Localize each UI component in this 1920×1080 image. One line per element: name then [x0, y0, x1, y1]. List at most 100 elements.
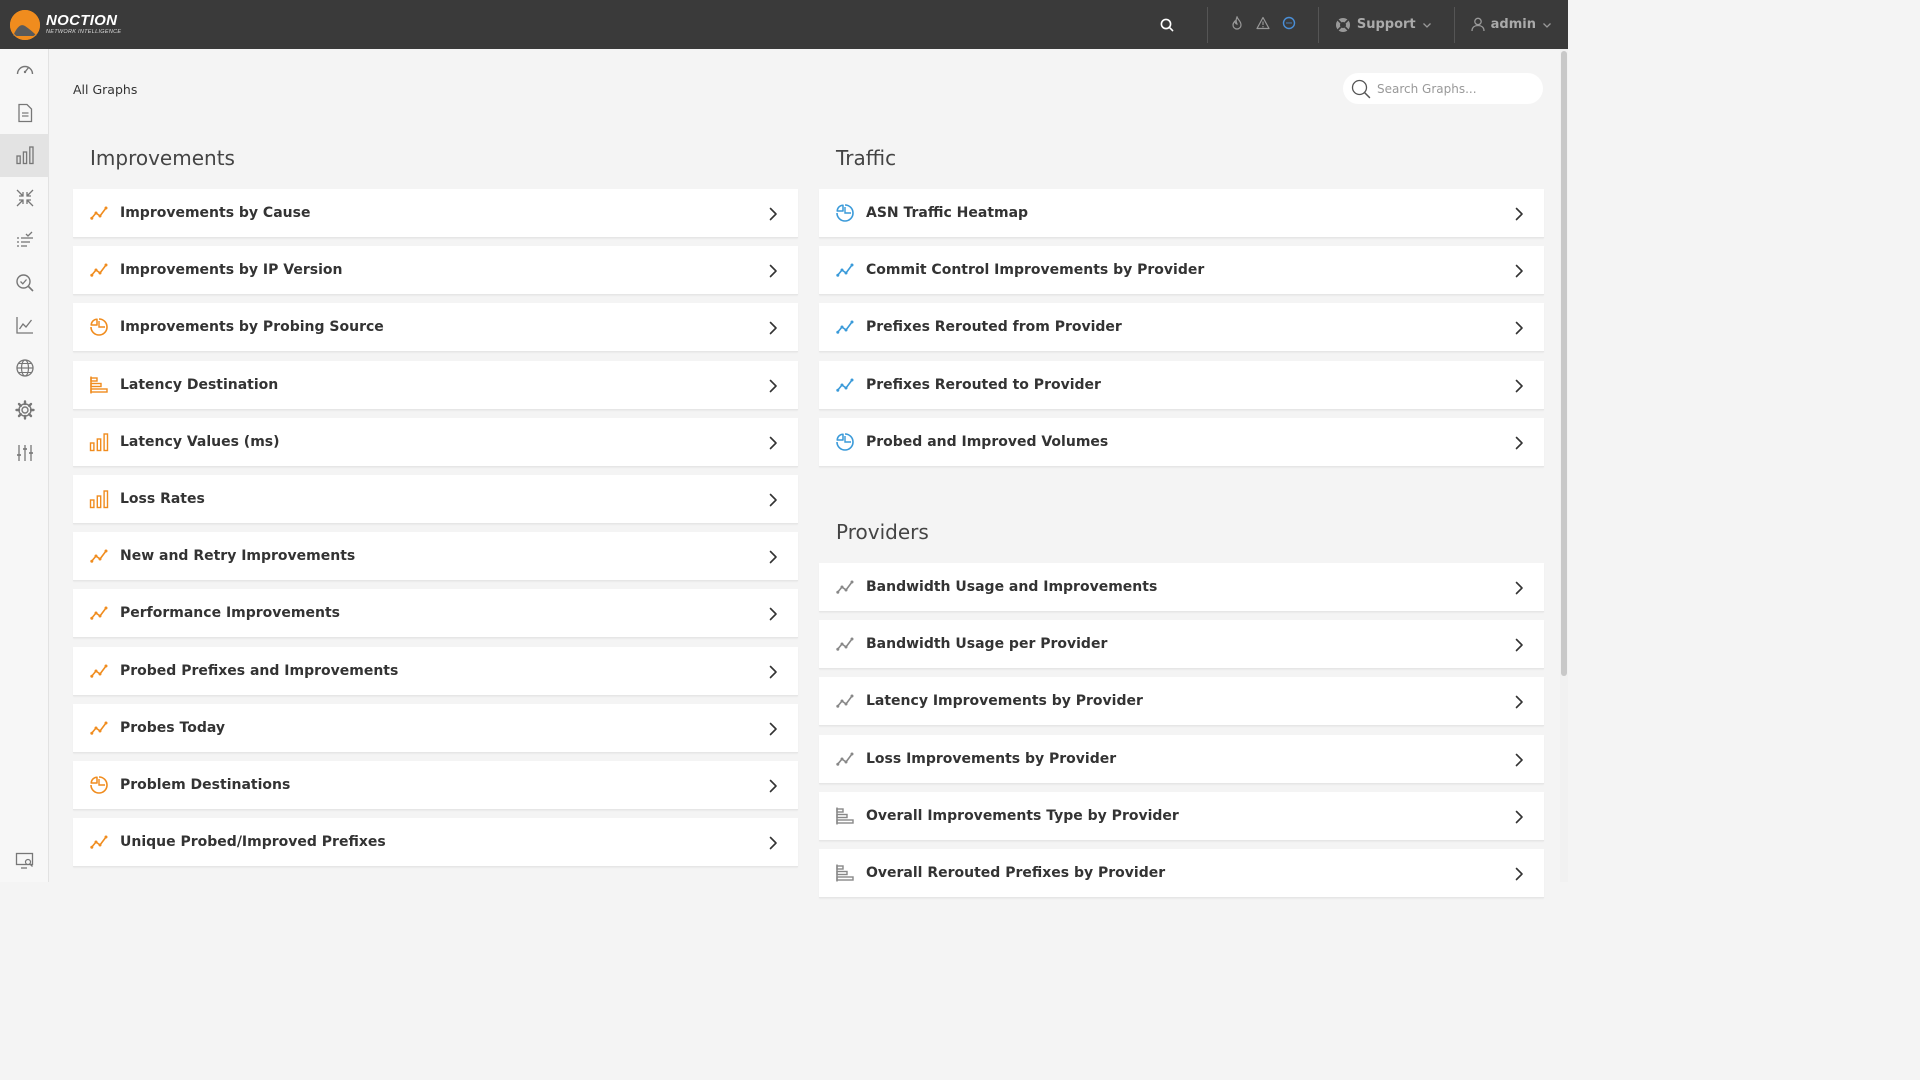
graph-card-label: Overall Rerouted Prefixes by Provider	[866, 864, 1166, 881]
chevron-right-icon	[766, 206, 780, 221]
search-icon	[1351, 79, 1371, 98]
logo-tagline: NETWORK INTELLIGENCE	[46, 29, 122, 36]
chevron-right-icon	[1512, 694, 1526, 709]
graph-card[interactable]: Probed Prefixes and Improvements	[73, 646, 798, 696]
support-menu[interactable]: Support	[1319, 0, 1454, 49]
graph-card[interactable]: Bandwidth Usage per Provider	[819, 620, 1544, 670]
pie-chart-icon	[835, 432, 855, 452]
chevron-right-icon	[1512, 435, 1526, 450]
line-chart-icon	[89, 661, 109, 681]
sidebar-item-configuration[interactable]	[0, 432, 49, 475]
graph-card-label: Improvements by Cause	[120, 205, 311, 221]
sliders-icon	[16, 444, 33, 461]
graph-card[interactable]: Latency Improvements by Provider	[819, 677, 1544, 727]
graph-card[interactable]: ASN Traffic Heatmap	[819, 189, 1544, 238]
section-title-traffic: Traffic	[836, 146, 897, 170]
graph-search-input[interactable]	[1377, 81, 1537, 96]
chevron-right-icon	[766, 549, 780, 564]
graph-card-label: Latency Destination	[120, 376, 279, 393]
line-chart-icon	[835, 577, 855, 597]
fire-icon[interactable]	[1230, 15, 1244, 34]
gear-icon	[14, 400, 35, 420]
graph-card-label: ASN Traffic Heatmap	[866, 205, 1029, 221]
graph-card[interactable]: Improvements by Probing Source	[73, 303, 798, 353]
graph-card[interactable]: Unique Probed/Improved Prefixes	[73, 818, 798, 868]
vbar-chart-icon	[89, 489, 109, 509]
graph-card[interactable]: Probed and Improved Volumes	[819, 417, 1544, 467]
sidebar-item-reports[interactable]	[0, 92, 49, 135]
sidebar-item-graphs[interactable]	[0, 134, 49, 177]
graph-card[interactable]: Loss Improvements by Provider	[819, 734, 1544, 784]
chevron-right-icon	[766, 835, 780, 850]
graph-card[interactable]: New and Retry Improvements	[73, 532, 798, 582]
user-menu[interactable]: admin	[1455, 0, 1568, 49]
graph-card[interactable]: Bandwidth Usage and Improvements	[819, 562, 1544, 612]
line-chart-icon	[835, 375, 855, 395]
graph-card[interactable]: Latency Destination	[73, 360, 798, 410]
line-chart-icon	[89, 546, 109, 566]
graph-card[interactable]: Overall Improvements Type by Provider	[819, 791, 1544, 841]
top-search-button[interactable]	[1139, 0, 1195, 49]
chevron-right-icon	[1512, 637, 1526, 652]
chevron-right-icon	[1512, 320, 1526, 335]
scrollbar[interactable]	[1560, 49, 1568, 882]
sidebar-item-statistics[interactable]	[0, 304, 49, 347]
sidebar-item-settings[interactable]	[0, 389, 49, 432]
graph-card[interactable]: Latency Values (ms)	[73, 417, 798, 467]
graph-card-label: Commit Control Improvements by Provider	[866, 262, 1205, 279]
graph-card-label: Probed Prefixes and Improvements	[120, 662, 399, 679]
graph-card[interactable]: Problem Destinations	[73, 760, 798, 810]
chevron-right-icon	[766, 664, 780, 678]
chevron-right-icon	[1512, 580, 1526, 595]
noction-logo[interactable]: NOCTION NETWORK INTELLIGENCE	[10, 0, 121, 49]
bar-chart-icon	[15, 146, 34, 165]
warning-icon[interactable]	[1256, 15, 1270, 34]
line-chart-icon	[835, 634, 855, 654]
checklist-icon	[16, 231, 33, 247]
graph-card-label: Unique Probed/Improved Prefixes	[120, 834, 386, 851]
chevron-down-icon	[1422, 22, 1431, 28]
graph-card[interactable]: Prefixes Rerouted to Provider	[819, 360, 1544, 410]
chevron-right-icon	[766, 606, 780, 621]
graph-card[interactable]: Commit Control Improvements by Provider	[819, 246, 1544, 296]
sidebar-item-global[interactable]	[0, 347, 49, 390]
search-icon	[1160, 18, 1174, 31]
line-chart-icon	[835, 317, 855, 337]
pie-chart-icon	[89, 775, 109, 795]
sidebar-item-search[interactable]	[0, 262, 49, 305]
column-right: Traffic ASN Traffic Heatmap Commit Contro…	[819, 139, 1544, 906]
scrollbar-thumb[interactable]	[1561, 51, 1567, 676]
graph-card-label: Overall Improvements Type by Provider	[866, 807, 1179, 824]
pie-chart-icon	[89, 317, 109, 337]
sidebar-item-dashboard[interactable]	[0, 49, 49, 92]
graph-card[interactable]: Probes Today	[73, 703, 798, 753]
chat-icon[interactable]	[1282, 15, 1296, 34]
graph-card-label: Latency Values (ms)	[120, 433, 280, 450]
graph-card[interactable]: Performance Improvements	[73, 589, 798, 639]
graph-search-box[interactable]	[1343, 73, 1543, 104]
line-chart-icon	[89, 832, 109, 852]
graph-card[interactable]: Improvements by IP Version	[73, 246, 798, 296]
chevron-right-icon	[766, 492, 780, 507]
graph-card[interactable]: Prefixes Rerouted from Provider	[819, 303, 1544, 353]
top-bar: NOCTION NETWORK INTELLIGENCE Support adm…	[0, 0, 1568, 49]
graph-card-label: Bandwidth Usage and Improvements	[866, 578, 1158, 595]
sidebar-item-commit-control[interactable]	[0, 177, 49, 220]
graph-card[interactable]: Loss Rates	[73, 474, 798, 524]
breadcrumb[interactable]: All Graphs	[73, 82, 137, 97]
hbar-chart-icon	[89, 375, 109, 395]
notification-group	[1208, 0, 1318, 49]
graph-card[interactable]: Overall Rerouted Prefixes by Provider	[819, 848, 1544, 898]
search-check-icon	[15, 274, 34, 292]
chevron-right-icon	[1512, 866, 1526, 881]
globe-icon	[15, 359, 34, 377]
sidebar-item-monitor[interactable]	[0, 840, 49, 882]
sidebar-item-checklist[interactable]	[0, 219, 49, 262]
support-label: Support	[1356, 17, 1416, 32]
section-title-improvements: Improvements	[90, 146, 235, 170]
graph-card-label: Performance Improvements	[120, 605, 340, 622]
providers-list: Bandwidth Usage and Improvements Bandwidt…	[819, 562, 1544, 898]
graph-card[interactable]: Improvements by Cause	[73, 189, 798, 238]
graph-card-label: Loss Rates	[120, 490, 205, 507]
chevron-right-icon	[766, 320, 780, 335]
